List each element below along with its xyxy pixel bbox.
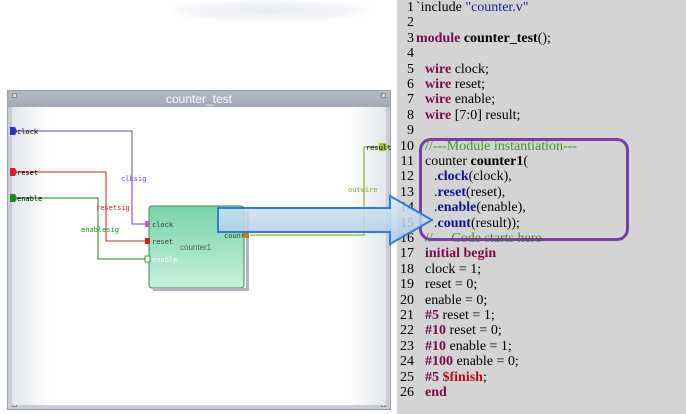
line-number: 16 <box>400 231 414 246</box>
outwire-label: outwire <box>348 186 378 194</box>
line-number: 17 <box>400 246 414 262</box>
enable-port-icon[interactable] <box>10 194 17 202</box>
line-number: 11 <box>400 154 414 169</box>
line-number: 1 <box>407 0 414 15</box>
count-pin-label: count <box>224 232 245 240</box>
instantiation-highlight-box <box>419 138 629 241</box>
code-text: #5 $finish; <box>425 369 487 385</box>
code-line: 3 module counter_test(); <box>397 30 551 46</box>
line-number: 2 <box>407 15 414 31</box>
line-number: 7 <box>407 92 414 108</box>
line-number: 23 <box>400 338 414 354</box>
code-text: #100 enable = 0; <box>425 354 519 370</box>
code-text: enable = 0; <box>425 292 488 308</box>
line-number: 25 <box>400 369 414 385</box>
line-number: 4 <box>407 46 414 62</box>
code-line: 9 <box>397 123 416 139</box>
clock-port-label: clock <box>17 128 39 136</box>
enable-pin-label: enable <box>152 256 177 264</box>
line-number: 13 <box>400 184 414 200</box>
result-port-label: result <box>366 144 391 152</box>
schematic-window: counter_test clock reset enable result c… <box>7 90 391 410</box>
line-number: 15 <box>400 215 414 231</box>
code-line: 21 #5 reset = 1; <box>397 308 495 323</box>
code-line: 7 wire enable; <box>397 92 496 108</box>
reset-port-label: reset <box>17 169 38 177</box>
code-line: 18 clock = 1; <box>397 261 482 277</box>
count-pin-icon[interactable] <box>243 232 249 238</box>
line-number: 6 <box>407 77 414 92</box>
code-line: 17 initial begin <box>397 246 497 262</box>
code-text: #10 enable = 1; <box>425 338 512 354</box>
code-line: 20 enable = 0; <box>397 292 488 308</box>
resetsig-label: resetsig <box>96 204 130 212</box>
line-number: 3 <box>407 30 414 46</box>
line-number: 10 <box>400 138 414 154</box>
code-line: 19 reset = 0; <box>397 277 478 293</box>
schematic-diagram: clock reset enable result clksig resetsi… <box>10 127 391 291</box>
line-number: 22 <box>400 323 414 339</box>
line-number: 19 <box>400 277 414 293</box>
enablesig-label: enablesig <box>81 226 119 234</box>
code-line: 22 #10 reset = 0; <box>397 323 502 339</box>
enable-port-label: enable <box>17 195 42 203</box>
code-text: #5 reset = 1; <box>425 308 495 323</box>
code-text: wire [7:0] result; <box>425 107 521 123</box>
code-text: reset = 0; <box>425 277 478 293</box>
line-number: 18 <box>400 261 414 277</box>
code-text: end <box>425 385 447 400</box>
code-line: 24 #100 enable = 0; <box>397 354 519 370</box>
line-number: 21 <box>400 308 414 323</box>
code-line: 2 <box>397 15 416 31</box>
code-line: 23 #10 enable = 1; <box>397 338 512 354</box>
line-number: 12 <box>400 169 414 185</box>
code-line: 6 wire reset; <box>397 77 486 92</box>
code-line: 25 #5 $finish; <box>397 369 487 385</box>
code-text: clock = 1; <box>425 261 482 277</box>
code-text: wire clock; <box>425 61 489 77</box>
clksig-label: clksig <box>121 175 146 183</box>
clock-port-icon[interactable] <box>10 127 17 135</box>
code-line: 4 <box>397 46 416 62</box>
reset-pin-icon[interactable] <box>145 238 150 244</box>
code-text: initial begin <box>425 246 497 262</box>
code-text: #10 reset = 0; <box>425 323 502 339</box>
reset-port-icon[interactable] <box>10 168 17 176</box>
decorative-cloud <box>170 0 370 22</box>
code-text: wire enable; <box>425 92 496 108</box>
code-line: 8 wire [7:0] result; <box>397 107 521 123</box>
line-number: 20 <box>400 292 414 308</box>
line-number: 5 <box>407 61 414 77</box>
reset-pin-label: reset <box>152 238 173 246</box>
code-line: 26 end <box>397 385 447 400</box>
enable-pin-icon[interactable] <box>144 255 151 263</box>
instance-name-label: counter1 <box>180 243 212 252</box>
code-text: wire reset; <box>425 77 486 92</box>
code-text: `include "counter.v" <box>416 0 529 15</box>
line-number: 14 <box>400 200 414 216</box>
line-number: 8 <box>407 107 414 123</box>
line-number: 24 <box>400 354 414 370</box>
clock-pin-label: clock <box>152 221 174 229</box>
code-line: 5 wire clock; <box>397 61 489 77</box>
line-number: 9 <box>407 123 414 139</box>
clock-pin-icon[interactable] <box>145 221 150 227</box>
line-number: 26 <box>400 385 414 400</box>
code-line: 1 `include "counter.v" <box>397 0 529 15</box>
code-text: module counter_test(); <box>416 30 551 46</box>
